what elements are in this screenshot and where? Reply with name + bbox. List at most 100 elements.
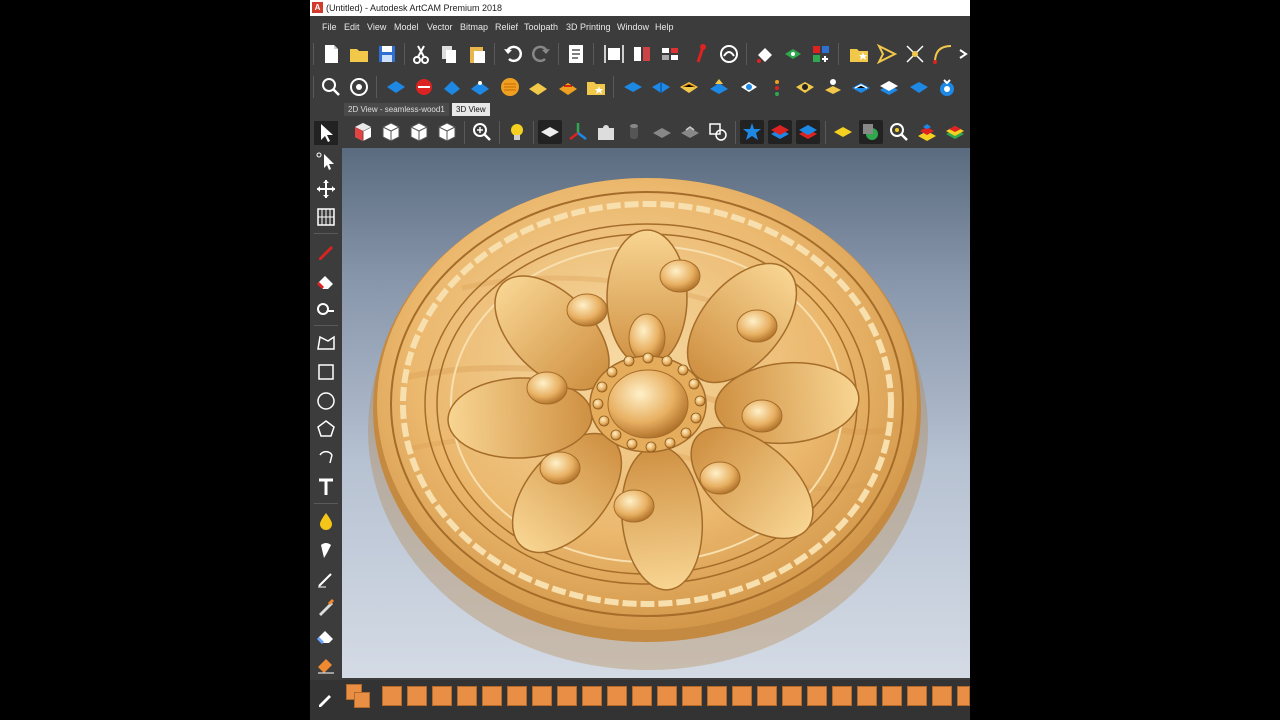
circle-icon[interactable] [314, 389, 338, 413]
zoom-fit-icon[interactable] [319, 75, 343, 99]
swatch[interactable] [557, 686, 577, 706]
blue-plane-icon[interactable] [621, 75, 645, 99]
brush-icon[interactable] [314, 537, 338, 561]
swatch[interactable] [407, 686, 427, 706]
emboss-icon[interactable] [707, 75, 731, 99]
new-file-icon[interactable] [319, 42, 343, 66]
secondary-color-swatch[interactable] [354, 692, 370, 708]
iso-view-4-icon[interactable] [435, 120, 459, 144]
stack-colors-icon[interactable] [915, 120, 939, 144]
relief-icon[interactable] [347, 75, 371, 99]
swatch[interactable] [932, 686, 952, 706]
menu-vector[interactable]: Vector [427, 17, 453, 37]
swatch[interactable] [532, 686, 552, 706]
bevel-icon[interactable] [737, 75, 761, 99]
weave-icon[interactable] [677, 75, 701, 99]
menu-window[interactable]: Window [617, 17, 649, 37]
pencil-icon[interactable] [314, 239, 338, 263]
fill-icon[interactable] [556, 75, 580, 99]
swatch[interactable] [907, 686, 927, 706]
flat-plane-icon[interactable] [538, 120, 562, 144]
swatch[interactable] [607, 686, 627, 706]
mirror-icon[interactable] [630, 42, 654, 66]
menu-3d-printing[interactable]: 3D Printing [566, 17, 611, 37]
swatch[interactable] [957, 686, 970, 706]
layers-icon[interactable] [877, 75, 901, 99]
blue-star-icon[interactable] [740, 120, 764, 144]
color-grid-icon[interactable] [809, 42, 833, 66]
undo-icon[interactable] [501, 42, 525, 66]
expand-icon[interactable] [958, 42, 970, 66]
smooth-icon[interactable] [526, 75, 550, 99]
snap-icon[interactable] [903, 42, 927, 66]
knife-icon[interactable] [314, 595, 338, 619]
two-rail-icon[interactable] [649, 75, 673, 99]
swatch[interactable] [482, 686, 502, 706]
paste-icon[interactable] [465, 42, 489, 66]
extrude-icon[interactable] [440, 75, 464, 99]
menu-model[interactable]: Model [394, 17, 419, 37]
swatch[interactable] [857, 686, 877, 706]
add-relief-icon[interactable] [793, 75, 817, 99]
swatch[interactable] [582, 686, 602, 706]
swatch[interactable] [707, 686, 727, 706]
save-icon[interactable] [375, 42, 399, 66]
menu-view[interactable]: View [367, 17, 386, 37]
swatch[interactable] [382, 686, 402, 706]
swatch[interactable] [657, 686, 677, 706]
copy-icon[interactable] [437, 42, 461, 66]
open-folder-icon[interactable] [347, 42, 371, 66]
grid-icon[interactable] [314, 205, 338, 229]
zero-icon[interactable] [821, 75, 845, 99]
arc-tool-icon[interactable] [314, 445, 338, 469]
arc-icon[interactable] [931, 42, 955, 66]
curve-icon[interactable] [717, 42, 741, 66]
select-arrow-icon[interactable] [314, 121, 338, 145]
yellow-diamond-icon[interactable] [831, 120, 855, 144]
grey-relief-icon[interactable] [650, 120, 674, 144]
menu-bitmap[interactable]: Bitmap [460, 17, 488, 37]
copy-view-icon[interactable] [706, 120, 730, 144]
tab-2d-view[interactable]: 2D View - seamless-wood1 [344, 103, 449, 116]
swatch[interactable] [807, 686, 827, 706]
cylinder-icon[interactable] [622, 120, 646, 144]
drop-icon[interactable] [314, 509, 338, 533]
menu-file[interactable]: File [322, 17, 337, 37]
swatch[interactable] [782, 686, 802, 706]
arrow-right-icon[interactable] [875, 42, 899, 66]
tab-3d-view[interactable]: 3D View [452, 103, 490, 116]
red-blue-layer-icon[interactable] [796, 120, 820, 144]
swatch[interactable] [732, 686, 752, 706]
swatch[interactable] [832, 686, 852, 706]
menu-toolpath[interactable]: Toolpath [524, 17, 558, 37]
stamp-icon[interactable] [935, 75, 959, 99]
swatch[interactable] [507, 686, 527, 706]
light-bulb-icon[interactable] [505, 120, 529, 144]
eraser-fill-icon[interactable] [314, 269, 338, 293]
transform-icon[interactable] [314, 177, 338, 201]
pen-tool-icon[interactable] [314, 567, 338, 591]
flat-icon[interactable] [907, 75, 931, 99]
measure-icon[interactable] [314, 297, 338, 321]
split-icon[interactable] [658, 42, 682, 66]
rainbow-icon[interactable] [943, 120, 967, 144]
slice-icon[interactable] [849, 75, 873, 99]
iso-view-3-icon[interactable] [407, 120, 431, 144]
menu-relief[interactable]: Relief [495, 17, 518, 37]
cut-icon[interactable] [409, 42, 433, 66]
rectangle-icon[interactable] [314, 360, 338, 384]
swatch[interactable] [632, 686, 652, 706]
menu-edit[interactable]: Edit [344, 17, 360, 37]
document-size-icon[interactable] [602, 42, 626, 66]
pen-icon[interactable] [689, 42, 713, 66]
polyline-icon[interactable] [314, 331, 338, 355]
swatch[interactable] [882, 686, 902, 706]
puzzle-icon[interactable] [594, 120, 618, 144]
sculpt-icon[interactable] [765, 75, 789, 99]
zoom-select-icon[interactable] [887, 120, 911, 144]
menu-help[interactable]: Help [655, 17, 674, 37]
swatch[interactable] [757, 686, 777, 706]
swatch[interactable] [432, 686, 452, 706]
notes-icon[interactable] [564, 42, 588, 66]
shape-editor-icon[interactable] [384, 75, 408, 99]
